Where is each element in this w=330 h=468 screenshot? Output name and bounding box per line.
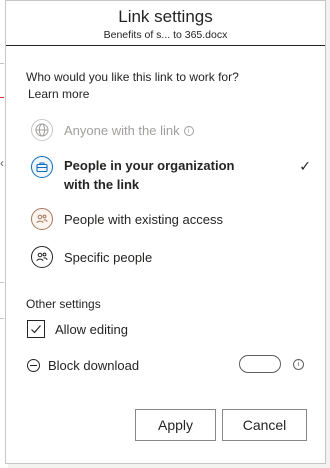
selected-check-icon: ✓ — [299, 158, 311, 174]
info-icon: i — [183, 126, 194, 137]
option-label: Specific people — [64, 249, 153, 265]
option-label: Anyone with the link — [64, 122, 180, 138]
link-audience-question: Who would you like this link to work for… — [26, 70, 239, 84]
apply-button[interactable]: Apply — [135, 409, 216, 441]
block-download-toggle[interactable] — [239, 355, 281, 373]
cancel-button[interactable]: Cancel — [222, 409, 307, 441]
allow-editing-label: Allow editing — [55, 321, 128, 337]
header-divider — [6, 45, 325, 46]
option-label: People with existing access — [64, 211, 223, 227]
specific-people-icon — [31, 246, 53, 268]
dialog-title: Link settings — [118, 7, 213, 26]
info-icon[interactable]: i — [293, 359, 304, 370]
allow-editing-checkbox[interactable]: Allow editing — [27, 320, 128, 338]
page: ‹ Link settings Benefits of s... to 365.… — [0, 0, 330, 468]
file-name: Benefits of s... to 365.docx — [103, 29, 228, 41]
briefcase-icon — [31, 156, 53, 178]
background-mark — [0, 282, 4, 283]
option-people-with-existing-access[interactable]: People with existing access — [31, 208, 311, 230]
option-specific-people[interactable]: Specific people — [31, 246, 311, 268]
option-anyone-with-link[interactable]: Anyone with the link i — [31, 119, 311, 141]
globe-icon — [31, 119, 53, 141]
other-settings-heading: Other settings — [26, 297, 101, 311]
background-chevron-icon: ‹ — [0, 156, 4, 170]
background-mark — [0, 63, 4, 64]
option-label: People in your organization with the lin… — [64, 158, 235, 192]
learn-more-link[interactable]: Learn more — [28, 87, 89, 101]
background-mark — [0, 318, 4, 319]
block-download-row: Block download i — [27, 354, 312, 376]
people-icon — [31, 208, 53, 230]
background-mark — [0, 97, 4, 98]
option-people-in-organization[interactable]: People in your organization with the lin… — [31, 156, 311, 194]
block-download-label: Block download — [48, 357, 140, 373]
link-settings-dialog: Link settings Benefits of s... to 365.do… — [5, 0, 326, 464]
block-icon — [27, 358, 40, 372]
checkbox-checked-icon — [27, 320, 45, 338]
